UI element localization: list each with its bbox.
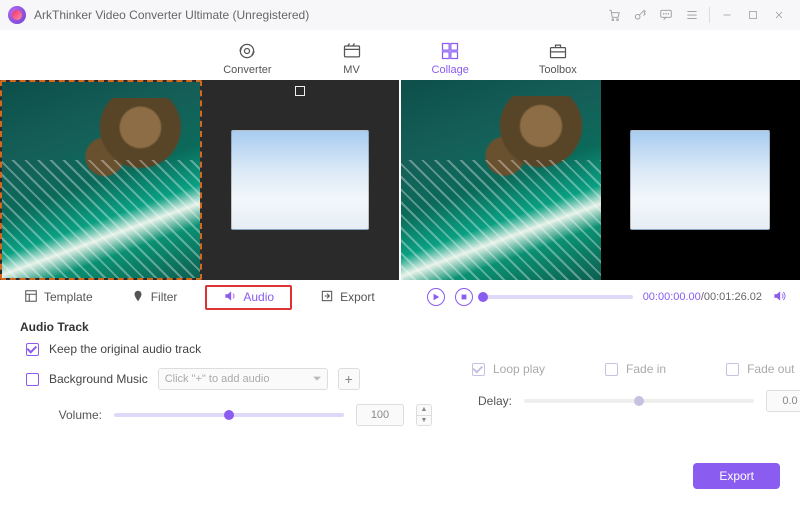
collage-editor: [0, 80, 800, 280]
add-audio-button[interactable]: +: [338, 368, 360, 390]
tab-toolbox[interactable]: Toolbox: [539, 41, 577, 80]
video-thumbnail-sky: [231, 130, 369, 230]
keep-original-row: Keep the original audio track: [26, 342, 780, 356]
selection-handle[interactable]: [295, 86, 305, 96]
duration-time: /00:01:26.02: [701, 291, 762, 303]
fadeout-checkbox[interactable]: [726, 363, 739, 376]
bgm-label: Background Music: [49, 372, 148, 386]
stop-button[interactable]: [455, 288, 473, 306]
timecode: 00:00:00.00/00:01:26.02: [643, 291, 762, 303]
volume-spinner: ▲ ▼: [416, 404, 432, 426]
tab-audio[interactable]: Audio: [205, 285, 292, 310]
template-icon: [24, 289, 38, 306]
tab-label: Audio: [243, 290, 274, 304]
delay-value[interactable]: 0.0: [766, 390, 800, 412]
video-thumbnail-ocean: [401, 80, 601, 280]
playback-progress[interactable]: [483, 295, 633, 299]
mv-icon: [342, 41, 362, 61]
menu-icon[interactable]: [679, 2, 705, 28]
volume-row: Volume: 100 ▲ ▼: [46, 404, 432, 426]
playback-options: Loop play Fade in Fade out: [472, 362, 800, 376]
tab-label: Toolbox: [539, 64, 577, 76]
fadeout-label: Fade out: [747, 362, 794, 376]
panel-tabs: Template Filter Audio Export 00:00:00.00…: [0, 280, 800, 314]
app-logo: [8, 6, 26, 24]
tab-label: Converter: [223, 64, 271, 76]
tab-collage[interactable]: Collage: [432, 41, 469, 80]
bgm-select[interactable]: Click "+" to add audio: [158, 368, 328, 390]
tab-label: MV: [343, 64, 360, 76]
footer: Export: [693, 463, 780, 489]
volume-up-button[interactable]: ▲: [416, 404, 432, 415]
audio-icon: [223, 289, 237, 306]
export-button[interactable]: Export: [693, 463, 780, 489]
delay-slider[interactable]: [524, 399, 754, 403]
volume-slider[interactable]: [114, 413, 344, 417]
tab-label: Template: [44, 290, 93, 304]
loop-label: Loop play: [493, 362, 545, 376]
separator: [709, 7, 710, 23]
tab-export[interactable]: Export: [310, 285, 385, 310]
collage-slot-2[interactable]: [202, 80, 400, 280]
volume-label: Volume:: [46, 408, 102, 422]
collage-slot-1[interactable]: [0, 80, 202, 280]
tab-label: Collage: [432, 64, 469, 76]
tab-label: Export: [340, 290, 375, 304]
video-thumbnail-sky: [630, 130, 770, 230]
close-button[interactable]: [766, 2, 792, 28]
tab-label: Filter: [151, 290, 178, 304]
key-icon[interactable]: [627, 2, 653, 28]
slider-thumb[interactable]: [224, 410, 234, 420]
title-bar: ArkThinker Video Converter Ultimate (Unr…: [0, 0, 800, 30]
main-tabs: Converter MV Collage Toolbox: [0, 30, 800, 80]
collage-icon: [440, 41, 460, 61]
play-button[interactable]: [427, 288, 445, 306]
edit-pane: [0, 80, 399, 280]
tab-mv[interactable]: MV: [342, 41, 362, 80]
video-thumbnail-ocean: [2, 82, 200, 278]
fadein-checkbox[interactable]: [605, 363, 618, 376]
volume-down-button[interactable]: ▼: [416, 415, 432, 427]
tab-filter[interactable]: Filter: [121, 285, 188, 310]
feedback-icon[interactable]: [653, 2, 679, 28]
delay-label: Delay:: [472, 394, 512, 408]
loop-checkbox[interactable]: [472, 363, 485, 376]
bgm-checkbox[interactable]: [26, 373, 39, 386]
maximize-button[interactable]: [740, 2, 766, 28]
keep-original-checkbox[interactable]: [26, 343, 39, 356]
preview-slot-2: [601, 80, 800, 280]
export-icon: [320, 289, 334, 306]
current-time: 00:00:00.00: [643, 291, 701, 303]
filter-icon: [131, 289, 145, 306]
delay-row: Delay: 0.0 ▲ ▼: [472, 390, 800, 412]
keep-original-label: Keep the original audio track: [49, 342, 201, 356]
minimize-button[interactable]: [714, 2, 740, 28]
toolbox-icon: [548, 41, 568, 61]
app-title: ArkThinker Video Converter Ultimate (Unr…: [34, 8, 309, 22]
background-music-row: Background Music Click "+" to add audio …: [26, 368, 432, 390]
tab-template[interactable]: Template: [14, 285, 103, 310]
fadein-label: Fade in: [626, 362, 666, 376]
progress-thumb[interactable]: [478, 292, 488, 302]
preview-slot-1: [401, 80, 601, 280]
preview-pane: [401, 80, 800, 280]
converter-icon: [237, 41, 257, 61]
slider-thumb[interactable]: [634, 396, 644, 406]
volume-value[interactable]: 100: [356, 404, 404, 426]
volume-icon[interactable]: [772, 289, 786, 306]
audio-panel: Audio Track Keep the original audio trac…: [0, 314, 800, 432]
section-label: Audio Track: [20, 320, 780, 334]
cart-icon[interactable]: [601, 2, 627, 28]
tab-converter[interactable]: Converter: [223, 41, 271, 80]
playback-bar: 00:00:00.00/00:01:26.02: [427, 288, 786, 306]
